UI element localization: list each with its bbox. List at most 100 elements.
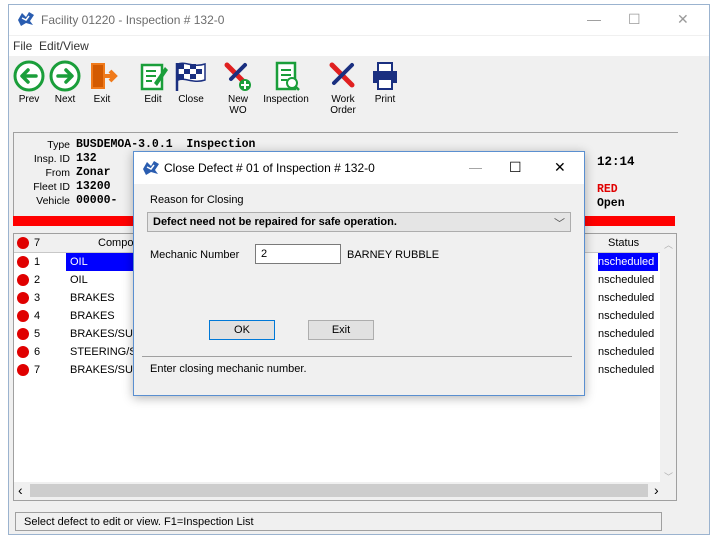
arrow-right-icon <box>49 60 81 92</box>
prev-label: Prev <box>18 94 40 105</box>
reason-label: Reason for Closing <box>150 194 244 206</box>
row-status: nscheduled <box>598 253 658 271</box>
dialog-exit-button[interactable]: Exit <box>308 320 374 340</box>
close-defect-button[interactable]: Close <box>173 59 209 123</box>
app-icon <box>17 11 35 30</box>
reason-selected-value: Defect need not be repaired for safe ope… <box>153 216 397 228</box>
type-value: BUSDEMOA-3.0.1 Inspection <box>76 138 256 151</box>
ok-button[interactable]: OK <box>209 320 275 340</box>
row-number: 1 <box>34 256 41 268</box>
mechanic-number-value: 2 <box>261 248 268 260</box>
work-order-label-1: Work <box>331 94 355 105</box>
print-label: Print <box>374 94 396 105</box>
status-text: Select defect to edit or view. F1=Inspec… <box>24 516 254 528</box>
vehicle-label: Vehicle <box>36 195 70 207</box>
from-value: Zonar <box>76 166 111 179</box>
vehicle-value: 00000- <box>76 194 118 207</box>
arrow-left-icon <box>13 60 45 92</box>
header-count: 7 <box>34 237 41 249</box>
dialog-status-text: Enter closing mechanic number. <box>150 363 307 375</box>
defect-dot-icon <box>17 310 29 322</box>
checkered-flag-icon <box>175 62 206 91</box>
printer-icon <box>373 62 397 90</box>
dialog-app-icon <box>142 160 160 179</box>
insp-id-value: 132 <box>76 152 97 165</box>
mechanic-name: BARNEY RUBBLE <box>347 249 440 261</box>
exit-label: Exit <box>93 94 111 105</box>
row-number: 4 <box>34 310 41 322</box>
dialog-status-bar: Enter closing mechanic number. <box>142 356 572 379</box>
mechanic-number-label: Mechanic Number <box>150 249 240 261</box>
row-status: nscheduled <box>598 310 655 322</box>
edit-button[interactable]: Edit <box>135 59 171 123</box>
header-status[interactable]: Status <box>608 234 639 252</box>
reason-select[interactable]: Defect need not be repaired for safe ope… <box>147 212 571 232</box>
state-value: Open <box>597 197 625 210</box>
work-order-button[interactable]: Work Order <box>325 59 361 123</box>
menu-bar: File Edit/View <box>9 36 709 56</box>
prev-button[interactable]: Prev <box>11 59 47 123</box>
scroll-up-icon[interactable]: ︿ <box>664 238 673 251</box>
row-number: 2 <box>34 274 41 286</box>
maximize-button[interactable]: ☐ <box>628 11 641 28</box>
chevron-down-icon[interactable]: ﹀ <box>554 215 565 231</box>
row-status: nscheduled <box>598 364 655 376</box>
next-button[interactable]: Next <box>47 59 83 123</box>
status-color-value: RED <box>597 183 618 196</box>
edit-label: Edit <box>144 94 162 105</box>
title-bar: Facility 01220 - Inspection # 132-0 — ☐ … <box>9 5 709 35</box>
inspection-label: Inspection <box>263 94 309 105</box>
print-button[interactable]: Print <box>367 59 403 123</box>
exit-button[interactable]: Exit <box>84 59 120 123</box>
inspection-button[interactable]: Inspection <box>263 59 309 123</box>
menu-edit-view[interactable]: Edit/View <box>39 39 89 53</box>
minimize-button[interactable]: — <box>587 11 601 27</box>
row-status: nscheduled <box>598 346 655 358</box>
row-status: nscheduled <box>598 292 655 304</box>
defect-dot-icon <box>17 292 29 304</box>
row-number: 7 <box>34 364 41 376</box>
row-number: 5 <box>34 328 41 340</box>
row-number: 3 <box>34 292 41 304</box>
dialog-close-button[interactable]: ✕ <box>554 159 566 176</box>
from-label: From <box>45 167 71 179</box>
horizontal-scroll-thumb[interactable] <box>30 484 648 497</box>
fleet-id-label: Fleet ID <box>33 181 70 193</box>
scroll-right-icon[interactable]: › <box>654 482 659 498</box>
row-status: nscheduled <box>598 274 655 286</box>
defect-dot-icon <box>17 346 29 358</box>
defect-dot-icon <box>17 256 29 268</box>
new-wo-label-2: WO <box>229 105 247 116</box>
defect-dot-icon <box>17 364 29 376</box>
exit-door-icon <box>91 63 118 89</box>
new-wo-button[interactable]: New WO <box>220 59 256 123</box>
close-label: Close <box>178 94 204 105</box>
window-title: Facility 01220 - Inspection # 132-0 <box>41 13 225 27</box>
dialog-title: Close Defect # 01 of Inspection # 132-0 <box>164 161 375 175</box>
new-work-order-tools-icon <box>224 62 251 91</box>
mechanic-number-input[interactable]: 2 <box>255 244 341 264</box>
defect-count-dot-icon <box>17 237 29 249</box>
menu-file[interactable]: File <box>13 39 32 53</box>
row-number: 6 <box>34 346 41 358</box>
dialog-maximize-button[interactable]: ☐ <box>509 159 522 176</box>
toolbar: Prev Next Exit Edit Close New WO Inspect… <box>9 57 709 127</box>
insp-id-label: Insp. ID <box>33 153 70 165</box>
status-bar: Select defect to edit or view. F1=Inspec… <box>15 512 662 531</box>
close-button[interactable]: ✕ <box>677 11 689 28</box>
inspection-clipboard-icon <box>275 61 300 91</box>
work-order-label-2: Order <box>330 105 356 116</box>
next-label: Next <box>54 94 76 105</box>
new-wo-label-1: New <box>227 94 248 105</box>
work-order-tools-icon <box>329 62 355 88</box>
scroll-left-icon[interactable]: ‹ <box>18 482 23 498</box>
type-label: Type <box>47 139 70 151</box>
defect-dot-icon <box>17 328 29 340</box>
defect-dot-icon <box>17 274 29 286</box>
time-value: 12:14 <box>597 155 635 169</box>
vertical-scrollbar[interactable]: ︿ ﹀ <box>660 234 676 482</box>
dialog-minimize-button[interactable]: — <box>469 160 482 175</box>
horizontal-scrollbar[interactable]: ‹ › <box>14 482 676 500</box>
row-status: nscheduled <box>598 328 655 340</box>
edit-pencil-icon <box>140 63 168 91</box>
